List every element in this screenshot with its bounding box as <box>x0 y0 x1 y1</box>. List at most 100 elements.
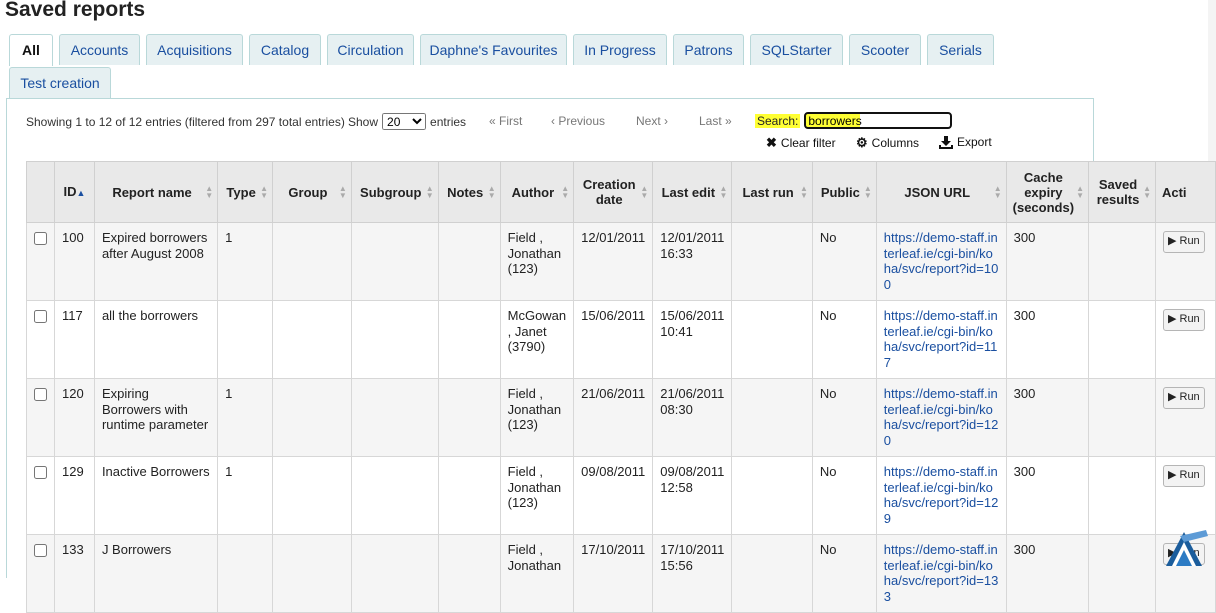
table-row: 100 Expired borrowers after August 2008 1 F… <box>26 222 1216 301</box>
page-size-select[interactable]: 20 <box>382 113 427 130</box>
sort-icon: ▲ ▼ <box>338 184 347 200</box>
cell-text: Field , Jonathan <box>507 542 562 573</box>
row-select-cell <box>26 456 55 535</box>
close-icon: ✖ <box>766 135 777 150</box>
json-url-link[interactable]: https://demo-staff.interleaf.ie/cgi-bin/… <box>884 542 999 604</box>
tab-accounts[interactable]: Accounts <box>59 34 140 65</box>
run-report-button[interactable]: ▶ Run <box>1162 387 1205 409</box>
header-label: Acti <box>1161 184 1187 200</box>
column-header-json-url[interactable]: JSON URL ▲ ▼ <box>875 161 1007 223</box>
cell-notes <box>437 300 501 379</box>
tab-all[interactable]: All <box>9 34 53 66</box>
page-title: Saved reports <box>5 0 146 21</box>
cell-text: 120 <box>62 386 84 401</box>
tab-acquisitions[interactable]: Acquisitions <box>146 34 243 65</box>
cell-text: Expired borrowers after August 2008 <box>101 230 208 261</box>
previous-page-link[interactable]: ‹ Previous <box>551 114 605 128</box>
cell-edited: 17/10/2011 15:56 <box>652 534 733 613</box>
column-header-saved-results[interactable]: Saved results ▲ ▼ <box>1088 161 1156 223</box>
tab-daphnes-favourites[interactable]: Daphne's Favourites <box>420 34 567 65</box>
cell-json-url: https://demo-staff.interleaf.ie/cgi-bin/… <box>875 534 1007 613</box>
row-select-checkbox[interactable] <box>34 388 47 401</box>
row-select-checkbox[interactable] <box>34 310 47 323</box>
search-control: Search: <box>755 112 953 129</box>
cell-id: 120 <box>54 378 95 457</box>
cell-actions: ▶ Run <box>1154 456 1216 535</box>
row-select-checkbox[interactable] <box>34 232 47 245</box>
reports-table: ID▲ Report name ▲ ▼ Type ▲ ▼ Group ▲ ▼ Subgrou… <box>26 161 1216 613</box>
tab-circulation[interactable]: Circulation <box>327 34 414 65</box>
json-url-link[interactable]: https://demo-staff.interleaf.ie/cgi-bin/… <box>884 308 998 370</box>
cell-name: J Borrowers <box>93 534 219 613</box>
sort-icon: ▲ ▼ <box>640 184 649 200</box>
tab-catalog[interactable]: Catalog <box>249 34 321 65</box>
column-header-author[interactable]: Author ▲ ▼ <box>499 161 575 223</box>
clear-filter-button[interactable]: ✖ Clear filter <box>766 135 836 151</box>
json-url-link[interactable]: https://demo-staff.interleaf.ie/cgi-bin/… <box>884 230 999 292</box>
column-header-subgroup[interactable]: Subgroup ▲ ▼ <box>350 161 439 223</box>
cell-json-url: https://demo-staff.interleaf.ie/cgi-bin/… <box>875 456 1007 535</box>
cell-created: 15/06/2011 <box>573 300 654 379</box>
cell-actions: ▶ Run <box>1154 222 1216 301</box>
next-page-link[interactable]: Next › <box>636 114 668 128</box>
tab-in-progress[interactable]: In Progress <box>573 34 667 65</box>
cell-last-run <box>731 456 813 535</box>
column-header-notes[interactable]: Notes ▲ ▼ <box>437 161 501 223</box>
cell-public: No <box>811 456 877 535</box>
first-page-link[interactable]: « First <box>489 114 522 128</box>
cell-saved <box>1088 300 1156 379</box>
columns-label: Columns <box>871 136 920 150</box>
cell-created: 21/06/2011 <box>573 378 654 457</box>
cell-text: Field , Jonathan (123) <box>507 464 562 510</box>
cell-text: 21/06/2011 08:30 <box>660 386 725 417</box>
columns-button[interactable]: ⚙ Columns <box>856 135 919 151</box>
cell-last-run <box>731 534 813 613</box>
column-header-id[interactable]: ID▲ <box>54 161 95 223</box>
cell-name: all the borrowers <box>93 300 219 379</box>
column-header-cache-expiry[interactable]: Cache expiry (seconds) ▲ ▼ <box>1005 161 1090 223</box>
page-size-control: Show 20 entries <box>348 113 466 130</box>
json-url-link[interactable]: https://demo-staff.interleaf.ie/cgi-bin/… <box>884 464 999 526</box>
cell-group <box>272 222 352 301</box>
cell-text: 300 <box>1013 230 1036 245</box>
column-header-public[interactable]: Public ▲ ▼ <box>811 161 877 223</box>
tab-test-creation[interactable]: Test creation <box>9 67 111 98</box>
tab-label: Patrons <box>684 42 733 58</box>
run-report-button[interactable]: ▶ Run <box>1162 231 1205 253</box>
search-input[interactable] <box>804 112 953 129</box>
header-label: Group <box>288 184 328 200</box>
column-header-last-edit[interactable]: Last edit ▲ ▼ <box>652 161 733 223</box>
cell-text: 1 <box>225 464 233 479</box>
sort-icon: ▲ ▼ <box>993 184 1002 200</box>
column-header-last-run[interactable]: Last run ▲ ▼ <box>731 161 813 223</box>
cell-text: No <box>819 542 837 557</box>
tab-patrons[interactable]: Patrons <box>673 34 744 65</box>
sort-icon: ▲ ▼ <box>205 184 214 200</box>
column-header-group[interactable]: Group ▲ ▼ <box>272 161 352 223</box>
cell-text: 117 <box>62 308 83 323</box>
column-header-type[interactable]: Type ▲ ▼ <box>217 161 274 223</box>
column-header-creation-date[interactable]: Creation date ▲ ▼ <box>573 161 654 223</box>
tab-sqlstarter[interactable]: SQLStarter <box>750 34 843 65</box>
export-button[interactable]: Export <box>939 135 992 149</box>
cell-last-run <box>731 300 813 379</box>
column-header-report-name[interactable]: Report name ▲ ▼ <box>93 161 219 223</box>
json-url-link[interactable]: https://demo-staff.interleaf.ie/cgi-bin/… <box>884 386 999 448</box>
cell-type: 1 <box>217 222 274 301</box>
tab-scooter[interactable]: Scooter <box>849 34 921 65</box>
tab-label: In Progress <box>584 42 656 58</box>
run-report-button[interactable]: ▶ Run <box>1162 309 1205 331</box>
row-select-checkbox[interactable] <box>34 466 47 479</box>
tab-label: Serials <box>939 42 982 58</box>
cell-text: Field , Jonathan (123) <box>507 230 562 276</box>
run-report-button[interactable]: ▶ Run <box>1162 465 1205 487</box>
tab-serials[interactable]: Serials <box>927 34 994 65</box>
cell-text: 17/10/2011 15:56 <box>660 542 725 573</box>
last-page-link[interactable]: Last » <box>699 114 732 128</box>
cell-author: Field , Jonathan <box>499 534 575 613</box>
cell-author: Field , Jonathan (123) <box>499 378 575 457</box>
cell-type <box>217 534 274 613</box>
row-select-cell <box>26 222 55 301</box>
cell-created: 12/01/2011 <box>573 222 654 301</box>
row-select-checkbox[interactable] <box>34 544 47 557</box>
